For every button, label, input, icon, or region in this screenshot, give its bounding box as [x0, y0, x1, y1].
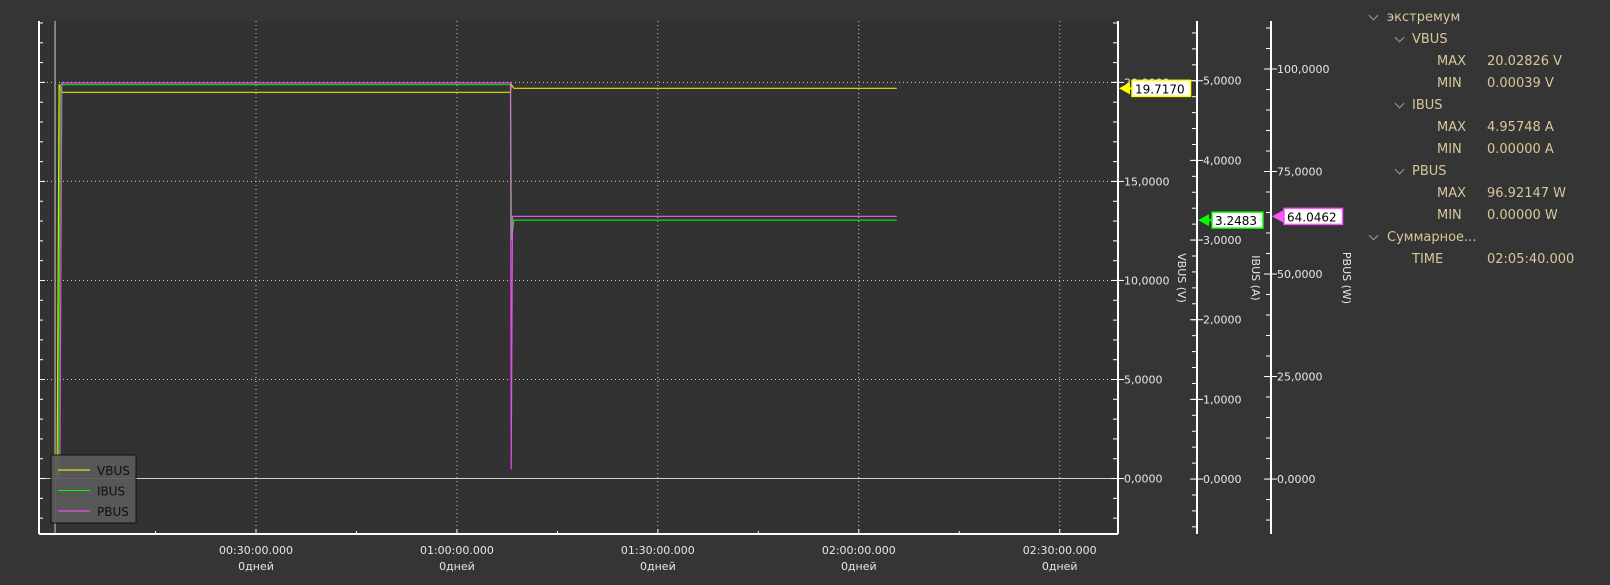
x-tick-label-days: 0дней [1042, 560, 1078, 573]
stat-label: MIN [1437, 142, 1462, 157]
plot-area [39, 21, 1118, 534]
vbus-tick-label: 0,0000 [1124, 473, 1163, 486]
x-tick-label-time: 02:30:00.000 [1023, 544, 1097, 557]
chart[interactable]: 00:30:00.000 0дней 01:00:00.000 0дней 01:30:… [0, 0, 1360, 585]
x-tick-label-days: 0дней [439, 560, 475, 573]
x-tick-label-days: 0дней [238, 560, 274, 573]
x-tick-label-time: 01:30:00.000 [621, 544, 695, 557]
ibus-axis-title: IBUS (A) [1249, 255, 1262, 300]
x-tick-label-days: 0дней [640, 560, 676, 573]
value-marker-text-ibus: 3.2483 [1215, 214, 1257, 228]
x-tick-label-time: 02:00:00.000 [822, 544, 896, 557]
vbus-tick-label: 10,0000 [1124, 274, 1170, 287]
stat-label: MIN [1437, 208, 1462, 223]
stat-value: 4.95748 A [1487, 120, 1554, 135]
vbus-tick-label: 15,0000 [1124, 175, 1170, 188]
pbus-axis-title: PBUS (W) [1340, 252, 1353, 304]
stat-value: 96.92147 W [1487, 186, 1567, 201]
ibus-tick-label: 2,0000 [1203, 314, 1242, 327]
x-tick-label-days: 0дней [841, 560, 877, 573]
ibus-tick-label: 0,0000 [1203, 473, 1242, 486]
pbus-tick-label: 75,0000 [1277, 165, 1323, 178]
x-tick-label-time: 00:30:00.000 [219, 544, 293, 557]
tree-row-vbus-max[interactable]: MAX 20.02826 V [1437, 51, 1562, 73]
tree-item-label: VBUS [1412, 32, 1448, 47]
stat-label: MAX [1437, 186, 1467, 201]
legend-label-pbus: PBUS [97, 505, 129, 519]
stat-value: 0.00000 W [1487, 208, 1558, 223]
value-marker-text-pbus: 64.0462 [1287, 210, 1337, 224]
stat-value: 0.00000 A [1487, 142, 1554, 157]
vbus-tick-label: 5,0000 [1124, 374, 1163, 387]
ibus-tick-label: 5,0000 [1203, 75, 1242, 88]
tree-group-label: Суммарное... [1387, 230, 1477, 245]
stat-value: 02:05:40.000 [1487, 252, 1575, 267]
legend: VBUS IBUS PBUS [50, 454, 137, 524]
stat-label: MAX [1437, 54, 1467, 69]
legend-label-vbus: VBUS [97, 464, 130, 478]
pbus-tick-label: 50,0000 [1277, 268, 1323, 281]
stat-value: 20.02826 V [1487, 54, 1563, 69]
chevron-down-icon[interactable] [1368, 230, 1379, 241]
tree-row-ibus-min[interactable]: MIN 0.00000 A [1437, 139, 1554, 161]
pbus-tick-label: 100,0000 [1277, 63, 1330, 76]
tree-row-pbus-min[interactable]: MIN 0.00000 W [1437, 205, 1558, 227]
chevron-down-icon[interactable] [1368, 10, 1379, 21]
tree-row-vbus-min[interactable]: MIN 0.00039 V [1437, 73, 1554, 95]
tree-item-label: IBUS [1412, 98, 1443, 113]
stat-label: TIME [1412, 252, 1444, 267]
tree-row-ibus-max[interactable]: MAX 4.95748 A [1437, 117, 1554, 139]
stat-label: MIN [1437, 76, 1462, 91]
vbus-axis-title: VBUS (V) [1175, 253, 1188, 303]
tree-row-time[interactable]: TIME 02:05:40.000 [1412, 249, 1574, 271]
x-tick-label-time: 01:00:00.000 [420, 544, 494, 557]
ibus-tick-label: 4,0000 [1203, 154, 1242, 167]
stat-value: 0.00039 V [1487, 76, 1554, 91]
chevron-down-icon[interactable] [1394, 98, 1405, 109]
ibus-tick-label: 3,0000 [1203, 234, 1242, 247]
chevron-down-icon[interactable] [1394, 32, 1405, 43]
pbus-tick-label: 25,0000 [1277, 371, 1323, 384]
legend-label-ibus: IBUS [97, 485, 125, 499]
value-marker-text-vbus: 19.7170 [1135, 82, 1185, 96]
pbus-tick-label: 0,0000 [1277, 473, 1316, 486]
tree-item-label: PBUS [1412, 164, 1447, 179]
tree-group-label: экстремум [1387, 10, 1461, 25]
ibus-tick-label: 1,0000 [1203, 393, 1242, 406]
stat-label: MAX [1437, 120, 1467, 135]
chevron-down-icon[interactable] [1394, 164, 1405, 175]
tree-row-pbus-max[interactable]: MAX 96.92147 W [1437, 183, 1566, 205]
